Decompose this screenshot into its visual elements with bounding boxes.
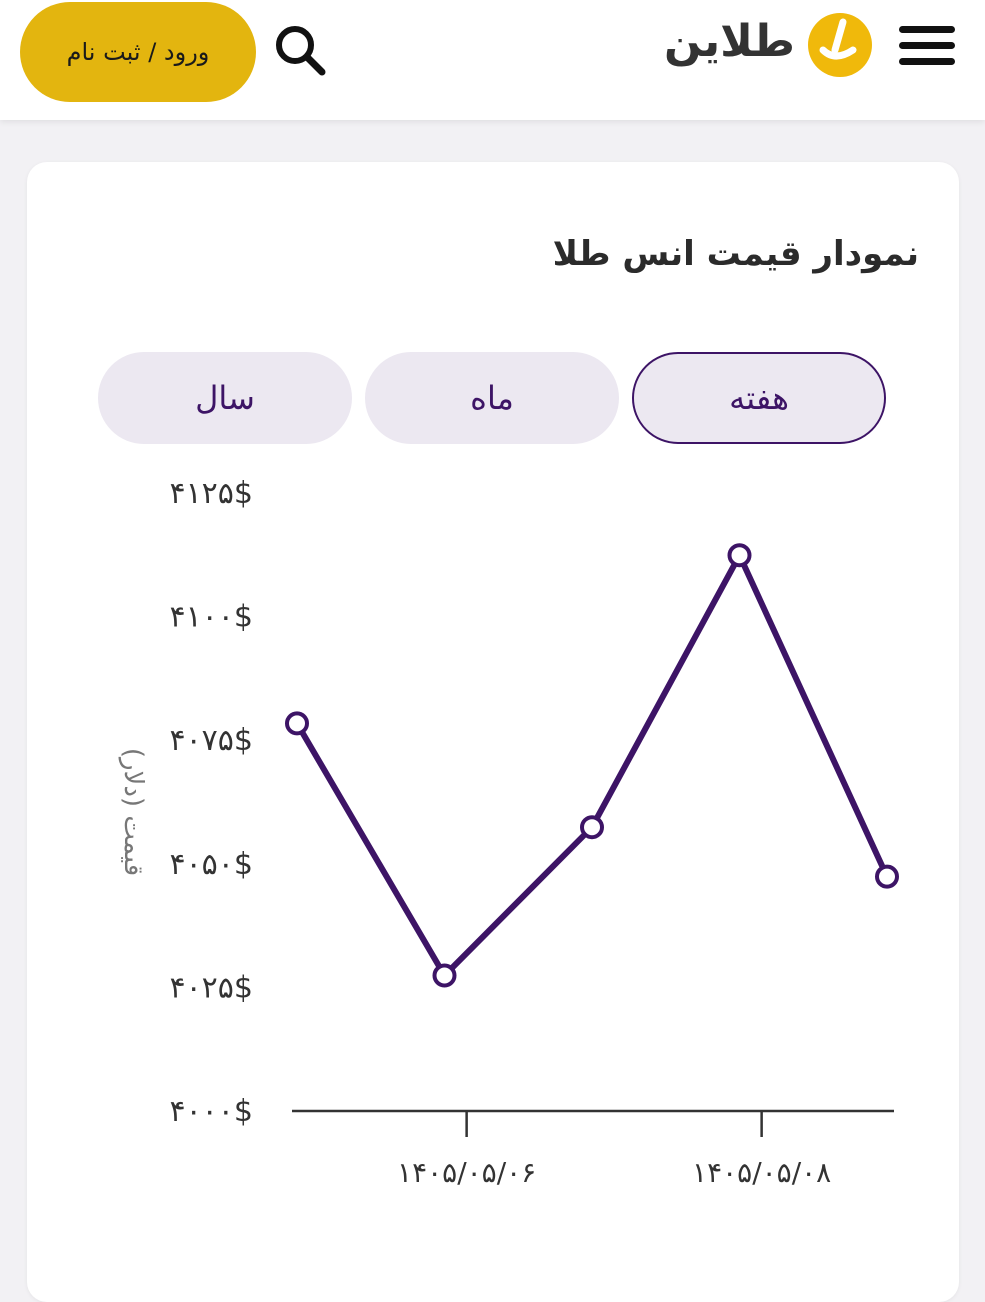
- logo-mark-icon: [808, 13, 872, 77]
- data-point[interactable]: [727, 543, 752, 568]
- y-tick-label: ۴۰۵۰$: [169, 847, 253, 882]
- x-tick-label: ۱۴۰۵/۰۵/۰۶: [397, 1156, 536, 1189]
- price-series-line: [294, 552, 890, 979]
- y-axis-label: قیمت (دلار): [118, 748, 148, 876]
- data-point[interactable]: [580, 815, 604, 840]
- y-tick-label: ۴۰۰۰$: [169, 1094, 253, 1129]
- top-header: طلاین ورود / ثبت نام: [0, 0, 985, 120]
- hamburger-menu-icon[interactable]: [899, 26, 955, 66]
- y-tick-label: ۴۰۲۵$: [169, 970, 253, 1005]
- y-tick-label: ۴۱۲۵$: [169, 476, 253, 511]
- site-logo[interactable]: طلاین: [605, 10, 875, 90]
- x-tick-label: ۱۴۰۵/۰۵/۰۸: [692, 1156, 831, 1189]
- logo-text: طلاین: [664, 16, 795, 67]
- y-tick-label: ۴۱۰۰$: [169, 600, 253, 635]
- price-line-chart: ۴۱۲۵$ ۴۱۰۰$ ۴۰۷۵$ ۴۰۵۰$ ۴۰۲۵$ ۴۰۰۰$ قیمت (دلار…: [118, 476, 899, 1189]
- data-point[interactable]: [875, 864, 899, 889]
- login-register-button[interactable]: ورود / ثبت نام: [20, 2, 256, 102]
- search-icon[interactable]: [272, 22, 328, 78]
- gold-price-chart-card: نمودار قیمت انس طلا هفته ماه سال ۴۱۲۵$ ۴۱…: [27, 162, 959, 1302]
- y-tick-label: ۴۰۷۵$: [169, 723, 253, 758]
- data-point[interactable]: [432, 963, 457, 988]
- data-point[interactable]: [285, 711, 309, 736]
